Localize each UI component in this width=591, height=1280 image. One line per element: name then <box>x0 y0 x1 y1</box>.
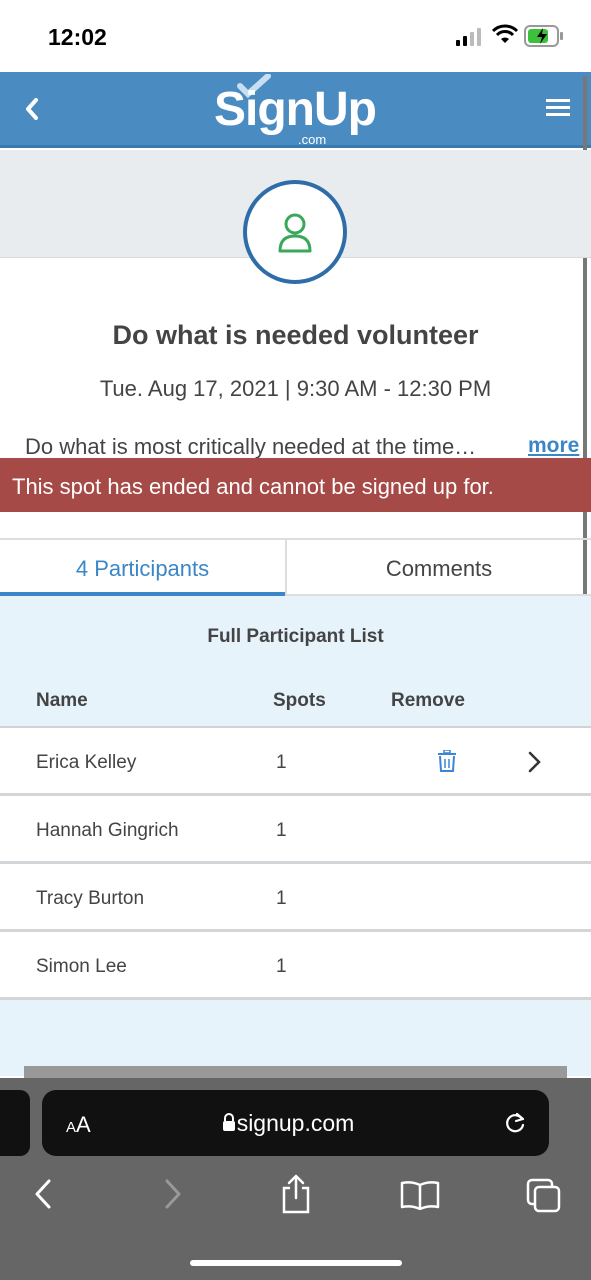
spot-title: Do what is needed volunteer <box>112 320 479 350</box>
tab-bar: 4 Participants Comments <box>0 538 591 596</box>
reload-icon[interactable] <box>502 1110 528 1136</box>
status-bar: 12:02 <box>0 0 591 72</box>
content-edge <box>24 1066 567 1078</box>
participant-name: Tracy Burton <box>36 888 145 909</box>
spot-description: Do what is most critically needed at the… <box>25 434 477 459</box>
participant-name: Simon Lee <box>36 956 127 977</box>
column-name: Name <box>36 690 88 711</box>
hamburger-menu-icon[interactable] <box>546 98 570 118</box>
previous-tab-preview[interactable] <box>0 1090 30 1156</box>
participant-spots: 1 <box>276 956 287 977</box>
column-remove: Remove <box>391 690 465 711</box>
back-arrow-icon[interactable] <box>20 94 42 124</box>
home-indicator[interactable] <box>190 1260 402 1266</box>
participant-table: Erica Kelley 1 Hannah Gingrich 1 Tracy B… <box>0 726 591 1000</box>
signup-logo[interactable]: SignUp .com <box>214 74 384 147</box>
participant-name: Hannah Gingrich <box>36 820 179 841</box>
trash-icon[interactable] <box>437 750 457 772</box>
wifi-icon <box>492 24 518 43</box>
cellular-signal-icon <box>456 28 481 46</box>
participant-name: Erica Kelley <box>36 752 137 773</box>
battery-icon <box>524 25 563 47</box>
participant-spots: 1 <box>276 820 287 841</box>
participant-list-title: Full Participant List <box>207 626 384 647</box>
ended-alert: This spot has ended and cannot be signed… <box>0 458 591 512</box>
address-bar[interactable]: AAAA signup.com <box>42 1090 549 1156</box>
chevron-right-icon[interactable] <box>527 750 543 774</box>
participant-spots: 1 <box>276 752 287 773</box>
logo-text: SignUp <box>214 83 377 136</box>
table-row[interactable]: Simon Lee 1 <box>0 932 591 1000</box>
tab-comments[interactable]: Comments <box>285 540 591 596</box>
share-icon[interactable] <box>280 1174 312 1214</box>
participant-spots: 1 <box>276 888 287 909</box>
person-icon <box>278 213 312 253</box>
tab-participants[interactable]: 4 Participants <box>0 540 285 596</box>
spot-datetime: Tue. Aug 17, 2021 | 9:30 AM - 12:30 PM <box>99 376 492 401</box>
bookmarks-icon[interactable] <box>400 1180 440 1210</box>
url-text: signup.com <box>236 1110 355 1136</box>
table-row[interactable]: Tracy Burton 1 <box>0 864 591 932</box>
logo-suffix: .com <box>298 132 327 147</box>
participant-panel: Full Participant List Name Spots Remove … <box>0 596 591 1076</box>
avatar <box>243 180 347 284</box>
browser-back-icon[interactable] <box>32 1178 54 1210</box>
browser-forward-icon[interactable] <box>162 1178 184 1210</box>
browser-chrome: AAAA signup.com <box>0 1078 591 1280</box>
table-row[interactable]: Erica Kelley 1 <box>0 728 591 796</box>
status-time: 12:02 <box>48 24 107 50</box>
table-row[interactable]: Hannah Gingrich 1 <box>0 796 591 864</box>
more-link[interactable]: more <box>528 434 579 458</box>
app-header: SignUp .com <box>0 72 591 148</box>
tabs-icon[interactable] <box>526 1178 562 1214</box>
column-spots: Spots <box>273 690 326 711</box>
